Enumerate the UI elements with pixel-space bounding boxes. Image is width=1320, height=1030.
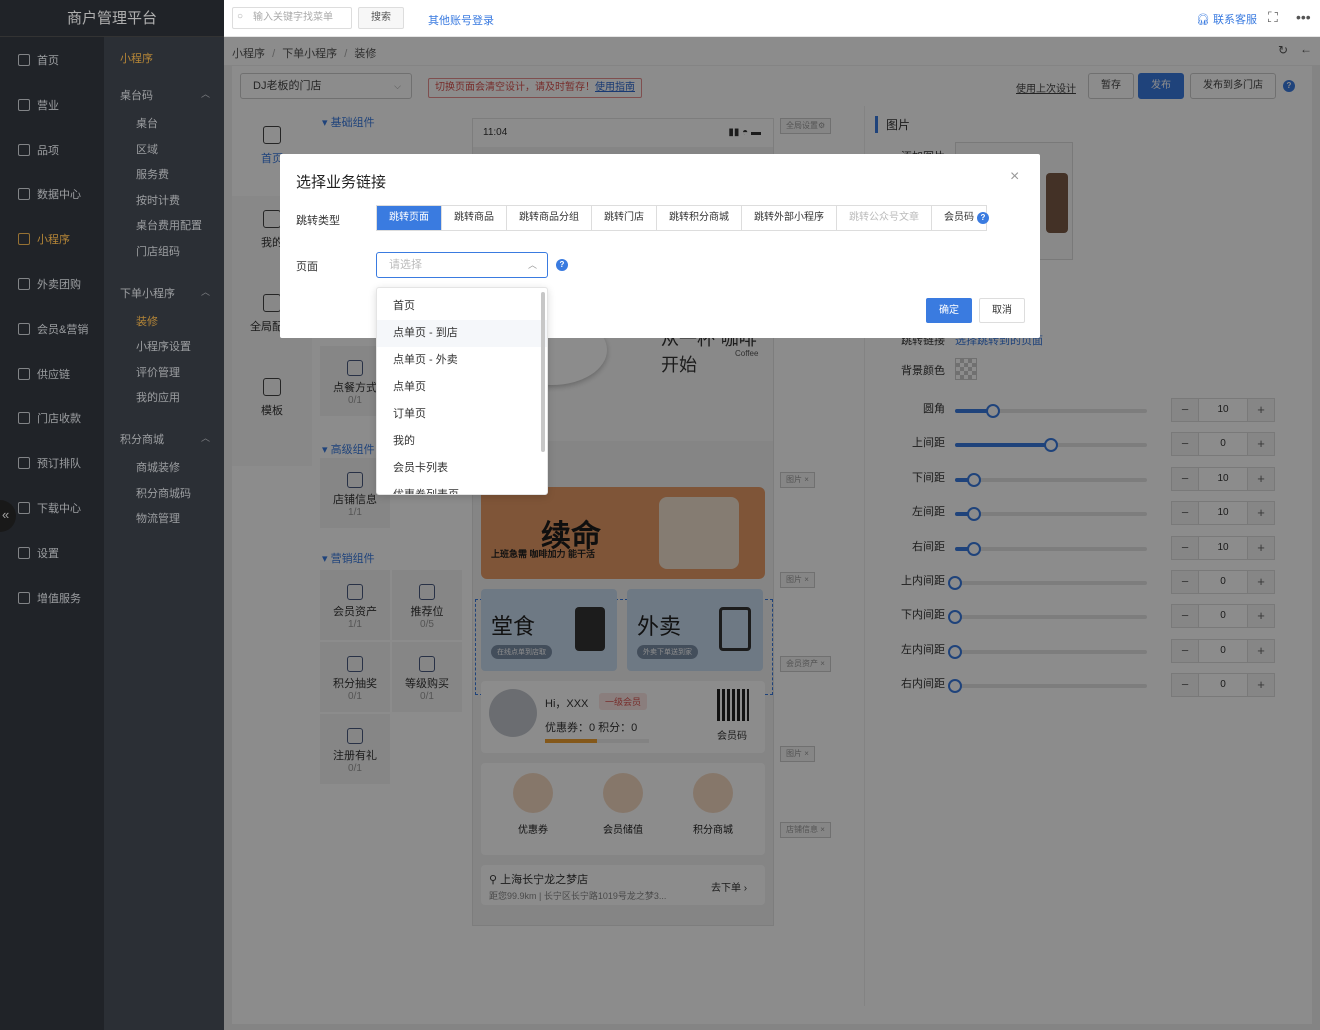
page-select-placeholder: 请选择 [389, 259, 422, 271]
fullscreen-icon[interactable]: ⛶ [1268, 9, 1278, 26]
jump-type-tab[interactable]: 跳转积分商城 [657, 206, 742, 230]
page-option[interactable]: 点单页 [377, 374, 547, 401]
search-icon: ○ [237, 11, 244, 22]
page-option[interactable]: 首页 [377, 293, 547, 320]
support-label: 联系客服 [1213, 14, 1258, 26]
page-option[interactable]: 点单页 - 外卖 [377, 347, 547, 374]
top-bar: 输入关键字找菜单 ○ 搜索 其他账号登录 🎧︎ 联系客服 ⛶ ••• [224, 0, 1320, 37]
jump-type-tab[interactable]: 跳转商品分组 [507, 206, 592, 230]
dropdown-scrollbar[interactable] [541, 292, 545, 452]
page-option[interactable]: 优惠券列表页 [377, 482, 547, 494]
jump-type-tab[interactable]: 跳转外部小程序 [742, 206, 837, 230]
search-button[interactable]: 搜索 [358, 7, 404, 29]
app-root: 商户管理平台 首页 营业 品项 数据中心 小程序 外卖团购 会员&营销 供应链 门店收款 预订排队… [0, 0, 1320, 1030]
contact-support-link[interactable]: 🎧︎ 联系客服 [1196, 11, 1257, 27]
cancel-button[interactable]: 取消 [979, 298, 1025, 323]
jump-type-tab[interactable]: 跳转页面 [377, 206, 442, 230]
page-select[interactable]: 请选择 ︿ [376, 252, 548, 278]
jump-type-tab[interactable]: 跳转商品 [442, 206, 507, 230]
confirm-button[interactable]: 确定 [926, 298, 972, 323]
jump-type-tabs: 跳转页面 跳转商品 跳转商品分组 跳转门店 跳转积分商城 跳转外部小程序 跳转公众号文章 会员… [376, 205, 987, 231]
chevron-up-icon: ︿ [527, 260, 537, 270]
jump-type-tab[interactable]: 跳转门店 [592, 206, 657, 230]
jump-type-tab: 跳转公众号文章 [837, 206, 932, 230]
help-icon[interactable]: ? [977, 212, 989, 224]
modal-title: 选择业务链接 [296, 174, 387, 191]
other-account-login-link[interactable]: 其他账号登录 [428, 12, 494, 28]
page-option[interactable]: 点单页 - 到店 [377, 320, 547, 347]
jump-type-label: 跳转类型 [296, 215, 340, 227]
more-icon[interactable]: ••• [1296, 9, 1311, 25]
close-icon[interactable]: × [1010, 168, 1019, 186]
menu-search-input[interactable]: 输入关键字找菜单 [232, 7, 352, 29]
sidebar-overlay [0, 0, 224, 1030]
page-option[interactable]: 我的 [377, 428, 547, 455]
page-option[interactable]: 订单页 [377, 401, 547, 428]
page-label: 页面 [296, 261, 318, 273]
page-option[interactable]: 会员卡列表 [377, 455, 547, 482]
headset-icon: 🎧︎ [1196, 14, 1210, 26]
help-icon[interactable]: ? [556, 259, 568, 271]
page-dropdown: 首页 点单页 - 到店 点单页 - 外卖 点单页 订单页 我的 会员卡列表 优惠券列表页 [376, 287, 548, 495]
